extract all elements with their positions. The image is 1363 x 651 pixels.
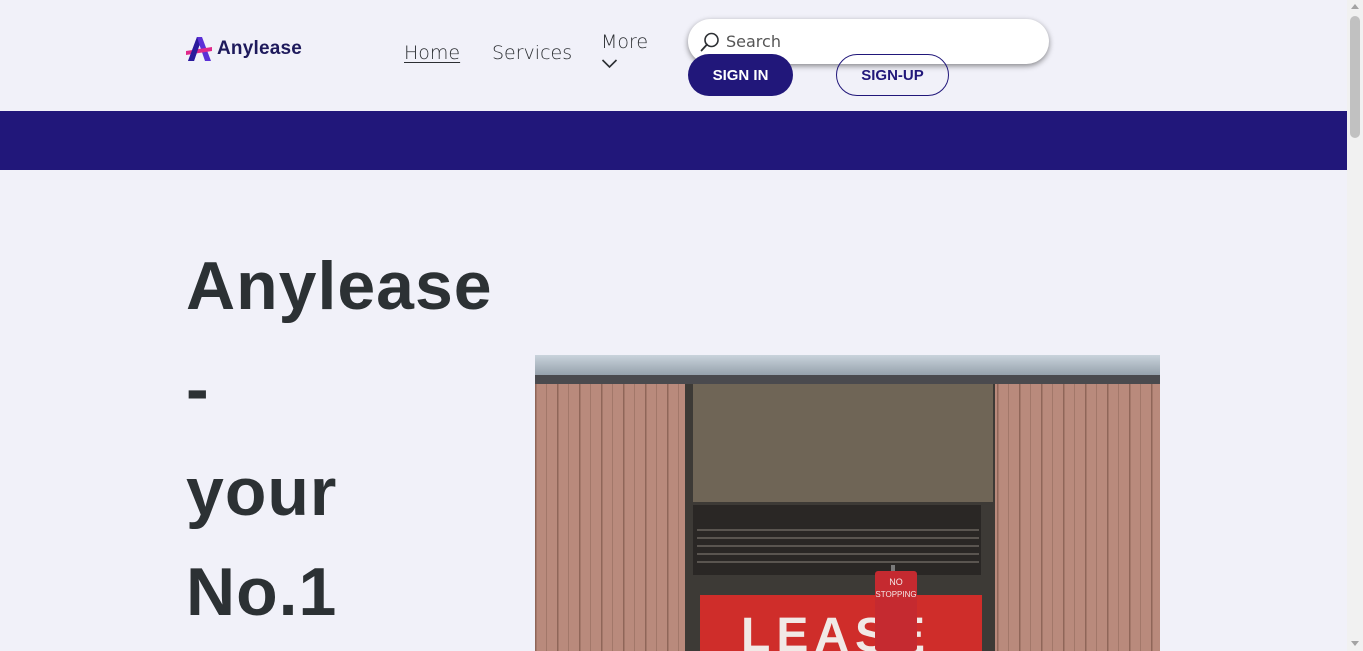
no-stopping-line-1: NO xyxy=(889,577,903,587)
hero-title-line-1: Anylease xyxy=(186,248,493,324)
chevron-down-icon[interactable] xyxy=(601,57,618,69)
brand-logo-link[interactable]: Anylease xyxy=(185,35,302,63)
scroll-up-arrow-icon[interactable] xyxy=(1351,4,1359,9)
sign-in-button[interactable]: SIGN IN xyxy=(688,54,793,96)
brand-name: Anylease xyxy=(217,38,303,59)
hero-title-line-2: - xyxy=(186,351,210,427)
nav-services-link[interactable]: Services xyxy=(492,42,572,64)
hero-title-line-4: No.1 xyxy=(186,554,338,630)
hero-title-line-3: your xyxy=(186,454,338,530)
scroll-thumb[interactable] xyxy=(1350,16,1360,138)
search-icon xyxy=(700,32,719,51)
anylease-logo-icon xyxy=(186,37,212,61)
site-header: Anylease Home Services More SIGN IN SIGN… xyxy=(0,0,1347,111)
sign-up-button[interactable]: SIGN-UP xyxy=(836,54,949,96)
scroll-down-arrow-icon[interactable] xyxy=(1351,641,1359,646)
no-stopping-line-2: STOPPING xyxy=(875,590,916,599)
search-input[interactable] xyxy=(726,32,1026,51)
hero-image: LEASE NO STOPPING xyxy=(535,355,1160,651)
page-scrollbar[interactable] xyxy=(1347,0,1363,651)
accent-band xyxy=(0,111,1347,170)
nav-more-link[interactable]: More xyxy=(601,31,648,53)
nav-home-link[interactable]: Home xyxy=(404,42,460,64)
lease-storefront-photo: LEASE NO STOPPING xyxy=(535,355,1160,651)
